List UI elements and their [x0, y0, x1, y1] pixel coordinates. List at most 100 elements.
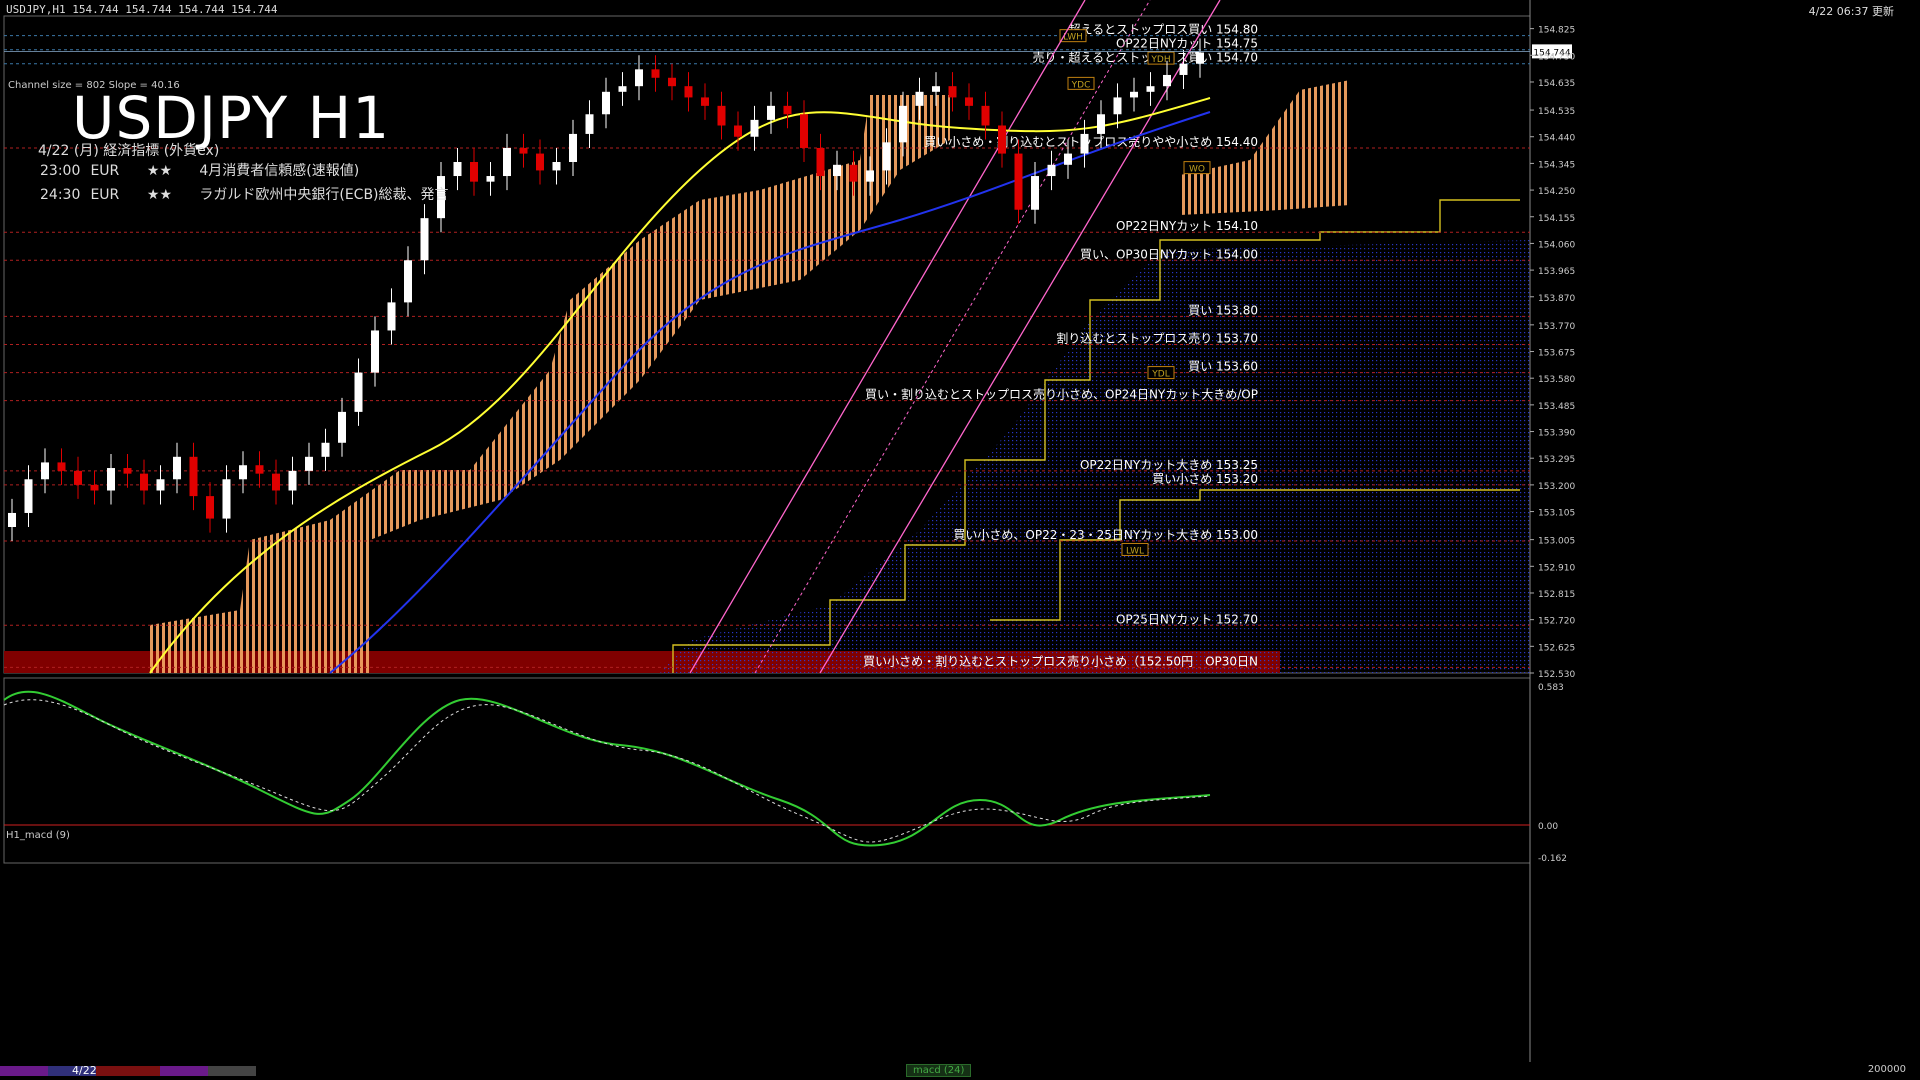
candle-body [453, 162, 462, 177]
price-tick-label: 152.625 [1538, 643, 1575, 653]
session-strip [0, 1066, 256, 1076]
event-label: 4月消費者信頼感(速報値) [199, 163, 360, 179]
price-tick-label: 154.635 [1538, 79, 1575, 89]
candle-body [222, 479, 231, 519]
candle-body [470, 162, 478, 182]
level-label: 買い小さめ、OP22・23・25日NYカット大きめ 153.00 [953, 528, 1258, 542]
marker-label: WO [1189, 165, 1205, 175]
event-time: 24:30 [40, 187, 81, 203]
price-tick-label: 154.440 [1538, 134, 1575, 144]
candle-body [107, 468, 115, 491]
price-tick-label: 153.200 [1538, 482, 1575, 492]
candle-body [899, 105, 907, 143]
candle [1146, 72, 1155, 106]
candle-body [684, 86, 693, 98]
candle [470, 147, 478, 196]
candle-body [816, 147, 825, 177]
level-label: 売り・超えるとストップロス買い 154.70 [1033, 50, 1258, 65]
level-label: OP25日NYカット 152.70 [1116, 612, 1258, 626]
candle-body [915, 91, 924, 106]
candle [998, 111, 1006, 168]
candle-body [156, 479, 165, 491]
candle-body [239, 465, 247, 480]
marker-label: YDC [1071, 80, 1091, 90]
candle-body [651, 69, 660, 78]
price-tick-label: 153.485 [1538, 402, 1575, 412]
level-label: 超えるとストップロス買い 154.80 [1069, 22, 1258, 37]
candle-body [74, 470, 82, 485]
indicator-tab[interactable]: macd (24) [906, 1064, 972, 1077]
candle-body [338, 411, 346, 443]
candle-body [569, 133, 577, 162]
event-row: 23:00 EUR ★★ 4月消費者信頼感(速報値) [40, 160, 359, 180]
candle [338, 397, 346, 457]
marker-tag: LWL [1121, 542, 1149, 556]
candle [750, 105, 759, 151]
candle [800, 100, 808, 162]
candle-body [57, 462, 66, 471]
event-row: 24:30 EUR ★★ ラガルド欧州中央銀行(ECB)総裁、発言 [40, 184, 449, 204]
candle-body [866, 170, 874, 182]
candle-body [998, 125, 1006, 154]
candle [1047, 150, 1056, 191]
price-tick-label: 153.005 [1538, 537, 1575, 547]
marker-tag: YDC [1067, 76, 1095, 90]
price-tick-label: 152.910 [1538, 563, 1575, 573]
candle [189, 442, 198, 511]
candle-body [783, 105, 792, 115]
level-label: 買い 153.80 [1188, 303, 1258, 317]
price-tick-label: 154.345 [1538, 160, 1575, 170]
candle [981, 91, 990, 140]
candle-body [255, 465, 264, 474]
candle-body [519, 147, 528, 154]
candle-body [140, 473, 148, 491]
candle [123, 454, 132, 488]
price-tick-label: 154.825 [1538, 26, 1575, 36]
level-label: 買い小さめ 153.20 [1152, 472, 1258, 486]
price-tick-label: 153.105 [1538, 509, 1575, 519]
candle [288, 456, 297, 505]
level-label: 買い 153.60 [1188, 360, 1258, 374]
candle-body [503, 147, 511, 177]
candle [1130, 77, 1138, 112]
price-tick-label: 154.250 [1538, 187, 1575, 197]
marker-label: YDH [1150, 55, 1170, 65]
candle-body [800, 114, 808, 148]
price-tick-label: 152.720 [1538, 617, 1575, 627]
event-date: 4/22 (月) 経済指標 (外貨ex) [38, 143, 220, 159]
candle [41, 448, 49, 494]
candle-body [701, 97, 709, 106]
candle [90, 470, 99, 505]
level-label: 買い小さめ・割り込むとストップロス売りやや小さめ 154.40 [924, 134, 1258, 149]
candle-body [585, 114, 594, 134]
level-label: 買い・割り込むとストップロス売り小さめ、OP24日NYカット大きめ/OP [865, 387, 1258, 402]
marker-label: LWH [1063, 33, 1083, 43]
candle [767, 91, 775, 134]
candle-body [41, 462, 49, 480]
candle [206, 482, 214, 533]
candle [107, 454, 115, 505]
chart-window: { "header": { "symbol_line": "USDJPY,H1 … [0, 0, 1920, 1080]
candle [321, 428, 330, 471]
candle [453, 147, 462, 191]
candle-body [1064, 153, 1072, 165]
candle-body [1130, 91, 1138, 98]
candle-body [1163, 74, 1171, 87]
marker-label: YDL [1151, 370, 1169, 380]
candle-body [123, 468, 132, 474]
candle-body [635, 69, 643, 87]
candle-body [354, 372, 363, 412]
candle-body [321, 442, 330, 457]
macd-line [3, 690, 1211, 847]
marker-label: LWL [1126, 546, 1144, 556]
candle-body [1047, 164, 1056, 177]
candle-body [8, 512, 16, 527]
marker-tag: YDH [1147, 51, 1175, 65]
price-tick-label: 154.730 [1538, 52, 1575, 62]
candle [24, 465, 33, 527]
price-tick-label: 153.675 [1538, 349, 1575, 359]
price-tick-label: 154.060 [1538, 240, 1575, 250]
event-stars: ★★ [146, 163, 173, 179]
candle-body [90, 484, 99, 491]
candle [635, 55, 643, 101]
